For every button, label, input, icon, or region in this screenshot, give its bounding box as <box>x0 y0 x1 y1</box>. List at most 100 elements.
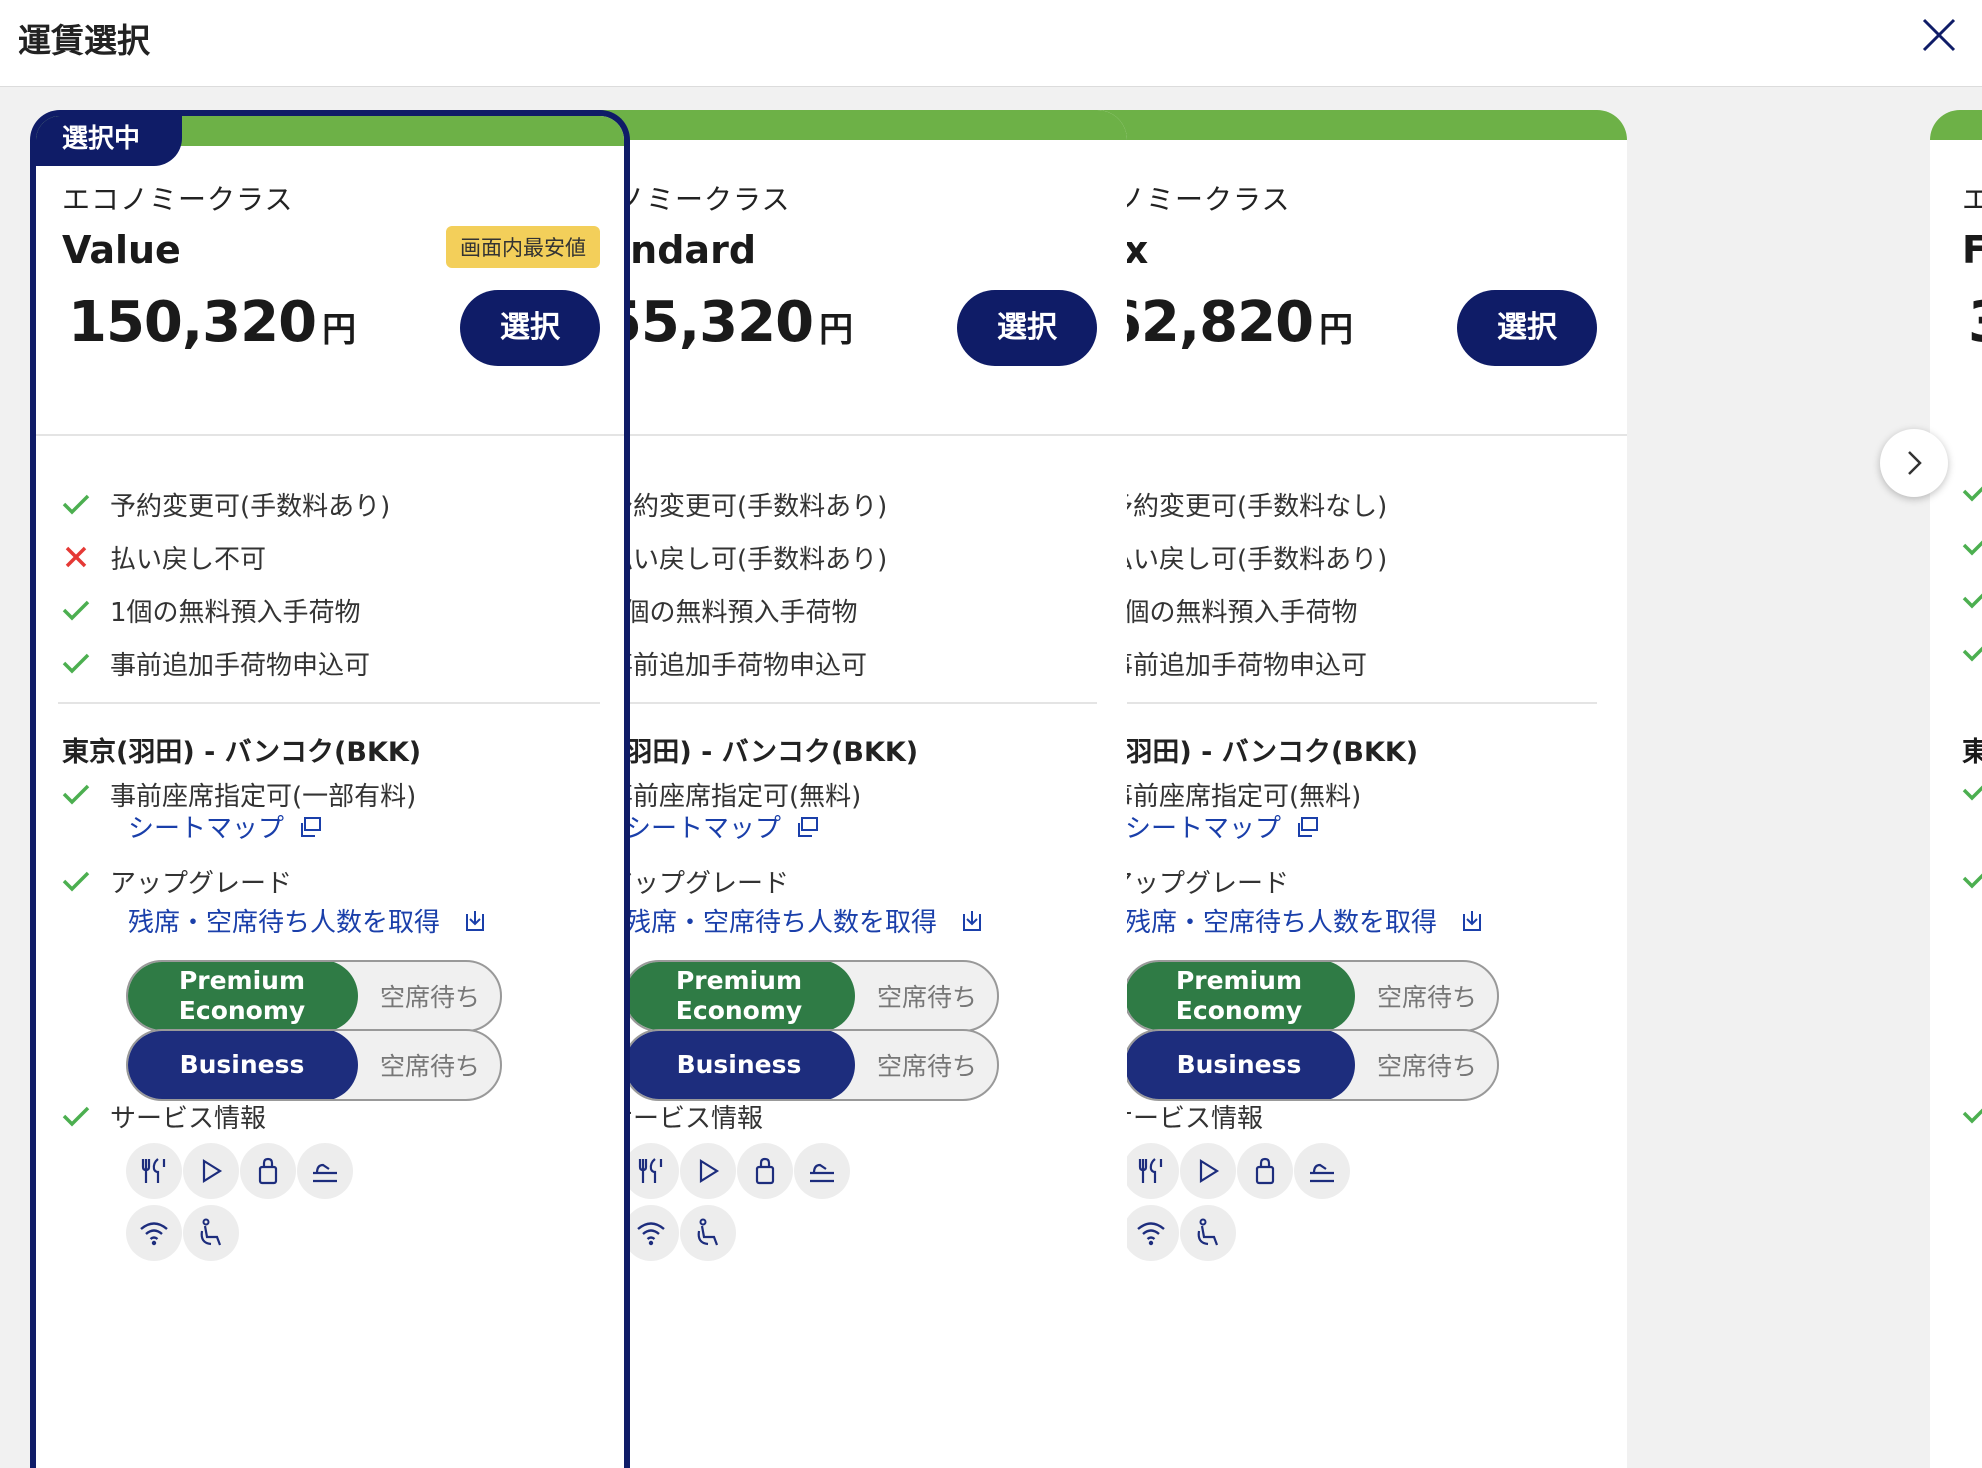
check-icon <box>1958 527 1982 563</box>
service-info-text: サービス情報 <box>1107 1103 1264 1134</box>
meal-icon[interactable] <box>126 1143 182 1199</box>
upgrade-text: アップグレード <box>1107 868 1290 899</box>
route-label: 東京(羽田) - バンコク(BKK) <box>62 737 422 768</box>
cabin-line1: Premium <box>178 966 306 995</box>
fare-price: 150,320 円 <box>68 290 356 355</box>
close-icon[interactable] <box>1914 10 1964 60</box>
check-icon <box>58 776 94 812</box>
check-icon <box>58 486 94 522</box>
get-availability-link[interactable]: 残席・空席待ち人数を取得 <box>625 902 985 939</box>
get-availability-link[interactable]: 残席・空席待ち人数を取得 <box>128 902 488 939</box>
meal-icon[interactable] <box>1123 1143 1179 1199</box>
lowest-price-badge: 画面内最安値 <box>446 226 600 268</box>
fare-condition-text: 払い戻し可(手数料あり) <box>1107 544 1388 575</box>
cabin-line2: Economy <box>178 996 306 1025</box>
wifi-icon[interactable] <box>126 1205 182 1261</box>
seat-map-text[interactable]: シートマップ <box>128 808 284 845</box>
get-availability-text[interactable]: 残席・空席待ち人数を取得 <box>1125 902 1437 939</box>
accessibility-icon[interactable] <box>680 1205 736 1261</box>
cabin-class: エコノミークラス <box>62 183 294 216</box>
popup-window-icon <box>301 816 322 837</box>
fare-condition-text: 予約変更可(手数料あり) <box>110 491 391 522</box>
next-arrow-button[interactable] <box>1880 429 1948 497</box>
premium-economy-upgrade-status[interactable]: Premium Economy 空席待ち <box>1123 960 1499 1032</box>
seat-map-link[interactable]: シートマップ <box>1125 808 1321 845</box>
chevron-right-icon[interactable] <box>1899 448 1929 478</box>
check-icon <box>58 1098 94 1134</box>
peek-fare-price: 3 <box>1968 290 1982 355</box>
select-button[interactable]: 選択 <box>957 290 1097 366</box>
flat-seat-icon[interactable] <box>297 1143 353 1199</box>
premium-economy-upgrade-status[interactable]: Premium Economy 空席待ち <box>126 960 502 1032</box>
check-icon <box>1958 633 1982 669</box>
fare-condition-item: 1個の無料預入手荷物 <box>58 590 361 630</box>
business-upgrade-status[interactable]: Business 空席待ち <box>126 1029 502 1101</box>
card-top-bar <box>1930 110 1982 140</box>
premium-economy-upgrade-status[interactable]: Premium Economy 空席待ち <box>623 960 999 1032</box>
currency-unit: 円 <box>322 310 356 350</box>
check-icon <box>1958 1095 1982 1131</box>
meal-icon[interactable] <box>623 1143 679 1199</box>
fare-card[interactable]: エコノミークラス Value 150,320 円 選択 予約変更可(手数料あり) 払… <box>30 110 630 1468</box>
fare-condition-item: 予約変更可(手数料あり) <box>58 484 390 524</box>
popup-window-icon <box>1298 816 1319 837</box>
upgrade-item: アップグレード <box>58 861 292 901</box>
seat-map-text[interactable]: シートマップ <box>1125 808 1281 845</box>
accessibility-icon[interactable] <box>183 1205 239 1261</box>
wifi-icon[interactable] <box>623 1205 679 1261</box>
peek-cabin-class: エ <box>1962 183 1982 216</box>
seat-selection-text: 事前座席指定可(一部有料) <box>110 781 417 812</box>
download-icon <box>963 910 982 931</box>
fare-condition-text: 払い戻し可(手数料あり) <box>607 544 888 575</box>
waitlist-status: 空席待ち <box>876 983 977 1012</box>
check-icon <box>1958 772 1982 808</box>
select-button[interactable]: 選択 <box>460 290 600 366</box>
flat-seat-icon[interactable] <box>1294 1143 1350 1199</box>
shopping-icon[interactable] <box>737 1143 793 1199</box>
get-availability-text[interactable]: 残席・空席待ち人数を取得 <box>625 902 937 939</box>
check-icon <box>1958 860 1982 896</box>
get-availability-text[interactable]: 残席・空席待ち人数を取得 <box>128 902 440 939</box>
peek-route: 東 <box>1962 737 1982 768</box>
business-label: Business <box>625 1031 855 1099</box>
cabin-line1: Premium <box>1175 966 1303 995</box>
business-upgrade-status[interactable]: Business 空席待ち <box>1123 1029 1499 1101</box>
seat-selection-text: 事前座席指定可(無料) <box>1107 781 1362 812</box>
fare-condition-text: 2個の無料預入手荷物 <box>1107 597 1358 628</box>
next-fare-card-peek[interactable]: エ F 3 東 <box>1930 110 1982 1468</box>
entertainment-icon[interactable] <box>183 1143 239 1199</box>
page-title: 運賃選択 <box>18 21 150 60</box>
shopping-icon[interactable] <box>240 1143 296 1199</box>
waitlist-status: 空席待ち <box>379 1052 480 1081</box>
cabin-line2: Economy <box>1175 996 1303 1025</box>
waitlist-status: 空席待ち <box>379 983 480 1012</box>
entertainment-icon[interactable] <box>1180 1143 1236 1199</box>
wifi-icon[interactable] <box>1123 1205 1179 1261</box>
seat-map-text[interactable]: シートマップ <box>625 808 781 845</box>
fare-condition-item: 払い戻し不可 <box>58 537 266 577</box>
fare-name: Value <box>62 228 181 272</box>
seat-map-link[interactable]: シートマップ <box>128 808 324 845</box>
entertainment-icon[interactable] <box>680 1143 736 1199</box>
check-icon <box>1958 580 1982 616</box>
select-button[interactable]: 選択 <box>1457 290 1597 366</box>
close-button[interactable] <box>1914 10 1964 60</box>
get-availability-link[interactable]: 残席・空席待ち人数を取得 <box>1125 902 1485 939</box>
flat-seat-icon[interactable] <box>794 1143 850 1199</box>
service-info-item: サービス情報 <box>58 1096 266 1136</box>
accessibility-icon[interactable] <box>1180 1205 1236 1261</box>
check-icon <box>58 592 94 628</box>
popup-window-icon <box>798 816 819 837</box>
premium-economy-label: Premium Economy <box>625 962 855 1030</box>
seat-map-link[interactable]: シートマップ <box>625 808 821 845</box>
shopping-icon[interactable] <box>1237 1143 1293 1199</box>
fare-card-carousel: エコノミークラス Flex 162,820円 選択 予約変更可(手数料なし)払い… <box>0 87 1982 1468</box>
cabin-line1: Premium <box>675 966 803 995</box>
check-icon <box>58 645 94 681</box>
business-label: Business <box>128 1031 358 1099</box>
fare-condition-text: 予約変更可(手数料あり) <box>607 491 888 522</box>
currency-unit: 円 <box>819 310 853 350</box>
business-upgrade-status[interactable]: Business 空席待ち <box>623 1029 999 1101</box>
check-icon <box>1958 473 1982 509</box>
waitlist-status: 空席待ち <box>1376 1052 1477 1081</box>
